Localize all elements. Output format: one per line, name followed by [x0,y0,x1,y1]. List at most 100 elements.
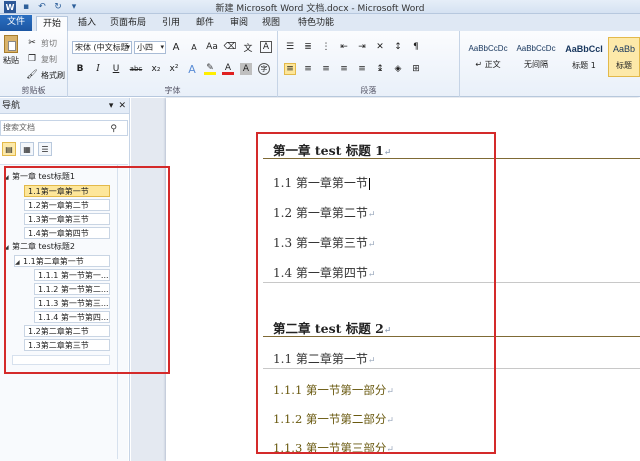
font-color-icon[interactable]: A [222,63,234,75]
paste-button[interactable]: 粘贴 [2,35,20,66]
nav-heading-item[interactable]: 1.1.1 第一节第一... [34,269,110,281]
nav-heading-item[interactable]: ◢ 第一章 test标题1 [4,171,108,183]
underline-button[interactable]: U [110,63,122,75]
increase-indent-icon[interactable]: ⇥ [356,41,368,53]
justify-icon[interactable]: ≡ [338,63,350,75]
subscript-button[interactable]: x₂ [150,63,162,75]
shrink-font-icon[interactable]: A [188,41,200,53]
nav-heading-item[interactable]: 1.1.2 第一节第二... [34,283,110,295]
paragraph-mark-icon: ↵ [383,326,392,336]
align-left-icon[interactable]: ≡ [284,63,296,75]
italic-button[interactable]: I [92,63,104,75]
char-shading-icon[interactable]: A [240,63,252,75]
decrease-indent-icon[interactable]: ⇤ [338,41,350,53]
nav-heading-item[interactable]: ◢ 第二章 test标题2 [4,241,108,253]
nav-heading-item[interactable]: 1.1第一章第一节 [24,185,110,197]
strikethrough-button[interactable]: abc [128,63,144,75]
chinese-layout-icon[interactable]: ✕ [374,41,386,53]
bullets-icon[interactable]: ☰ [284,41,296,53]
doc-heading-3[interactable]: 1.1.1 第一节第一部分↵ [273,382,394,398]
borders-icon[interactable]: ⊞ [410,63,422,75]
grow-font-icon[interactable]: A [170,41,182,53]
paragraph-mark-icon: ↵ [367,210,376,220]
cut-button[interactable]: ✂ 剪切 [26,37,57,49]
distribute-icon[interactable]: ≡ [356,63,368,75]
collapse-triangle-icon[interactable]: ◢ [15,257,23,266]
nav-heading-item[interactable]: 1.3第二章第三节 [24,339,110,351]
superscript-button[interactable]: x² [168,63,180,75]
nav-heading-item[interactable]: 1.1.4 第一节第四... [34,311,110,323]
nav-heading-item[interactable]: 1.4第一章第四节 [24,227,110,239]
nav-heading-item[interactable]: 1.3第一章第三节 [24,213,110,225]
doc-heading-2[interactable]: 1.4 第一章第四节↵ [273,264,375,281]
doc-heading-1[interactable]: 第二章 test 标题 2↵ [273,318,391,337]
paragraph-mark-icon: ↵ [386,445,394,455]
document-page[interactable]: 第一章 test 标题 1↵ 1.1 第一章第一节 1.2 第一章第二节↵ 1.… [166,98,640,461]
text-effect-icon[interactable]: A [186,63,198,76]
styles-group: AaBbCcDc ↵ 正文 AaBbCcDc 无间隔 AaBbCcI 标题 1 … [460,31,640,97]
tab-page-layout[interactable]: 页面布局 [106,16,150,31]
nav-scrollbar[interactable] [117,164,125,459]
search-input[interactable]: 搜索文档 ⚲ [0,120,128,136]
collapse-triangle-icon[interactable]: ◢ [4,172,12,183]
change-case-icon[interactable]: Aa [206,41,218,53]
tab-insert[interactable]: 插入 [74,16,100,31]
style-heading-1[interactable]: AaBbCcI 标题 1 [560,37,608,77]
style-normal[interactable]: AaBbCcDc ↵ 正文 [464,37,512,77]
nav-heading-item[interactable]: 1.1.3 第一节第三... [34,297,110,309]
doc-heading-2[interactable]: 1.1 第一章第一节 [273,174,370,191]
tab-special-features[interactable]: 特色功能 [292,16,340,31]
sort-icon[interactable]: ↕ [392,41,404,53]
tab-references[interactable]: 引用 [158,16,184,31]
align-right-icon[interactable]: ≡ [320,63,332,75]
tab-home[interactable]: 开始 [36,16,68,31]
close-icon[interactable]: ✕ [118,98,126,114]
results-view-icon[interactable]: ☰ [38,142,52,156]
tab-review[interactable]: 审阅 [226,16,252,31]
style-no-spacing[interactable]: AaBbCcDc 无间隔 [512,37,560,77]
multilevel-list-icon[interactable]: ⋮ [320,41,332,53]
copy-button[interactable]: ❐ 复制 [26,53,57,65]
doc-heading-3[interactable]: 1.1.3 第一节第三部分↵ [273,440,394,456]
font-group: 宋体 (中文标题 ▾ 小四 ▾ A A Aa ⌫ 文 A B I U abc x₂ … [68,31,278,97]
highlight-color-icon[interactable]: ✎ [204,63,216,75]
show-marks-icon[interactable]: ¶ [410,41,422,53]
heading-underline [263,336,640,337]
collapse-triangle-icon[interactable]: ◢ [4,242,12,253]
bold-button[interactable]: B [74,63,86,75]
nav-header: 导航 ▾ ✕ [0,98,129,114]
nav-heading-item[interactable]: 1.2第二章第二节 [24,325,110,337]
style-title[interactable]: AaBb 标题 [608,37,640,77]
phonetic-guide-icon[interactable]: 文 [242,41,254,54]
shading-icon[interactable]: ◈ [392,63,404,75]
paste-icon [4,35,18,53]
char-border-icon[interactable]: A [260,41,272,53]
font-size-select[interactable]: 小四 ▾ [134,41,166,54]
numbering-icon[interactable]: ≣ [302,41,314,53]
navigation-pane: 导航 ▾ ✕ 搜索文档 ⚲ ▤ ▦ ☰ ◢ 第一章 test标题1 1.1第一章第… [0,98,130,461]
nav-heading-item[interactable]: ◢ 1.1第二章第一节 [14,255,110,267]
clear-format-icon[interactable]: ⌫ [224,41,237,53]
tab-view[interactable]: 视图 [258,16,284,31]
headings-view-icon[interactable]: ▤ [2,142,16,156]
nav-heading-item[interactable]: 1.2第一章第二节 [24,199,110,211]
window-title: 新建 Microsoft Word 文档.docx - Microsoft Wo… [215,4,425,14]
nav-options-icon[interactable]: ▾ [109,98,114,114]
doc-heading-3[interactable]: 1.1.2 第一节第二部分↵ [273,411,394,427]
format-painter-button[interactable]: 🖌 格式刷 [26,69,65,81]
nav-empty-row [12,355,110,365]
doc-heading-2[interactable]: 1.2 第一章第二节↵ [273,204,375,221]
align-center-icon[interactable]: ≡ [302,63,314,75]
font-family-select[interactable]: 宋体 (中文标题 ▾ [72,41,132,54]
tab-file[interactable]: 文件 [0,15,32,31]
search-icon[interactable]: ⚲ [110,122,117,136]
line-spacing-icon[interactable]: ↨ [374,63,386,75]
tab-mailings[interactable]: 邮件 [192,16,218,31]
pages-view-icon[interactable]: ▦ [20,142,34,156]
enclose-char-icon[interactable]: 字 [258,63,270,75]
doc-heading-1[interactable]: 第一章 test 标题 1↵ [273,140,391,159]
brush-icon: 🖌 [26,70,38,80]
doc-heading-2[interactable]: 1.1 第二章第一节↵ [273,350,375,367]
doc-heading-2[interactable]: 1.3 第一章第三节↵ [273,234,375,251]
title-bar: W ▪ ↶ ↻ ▾ 新建 Microsoft Word 文档.docx - Mi… [0,0,640,14]
